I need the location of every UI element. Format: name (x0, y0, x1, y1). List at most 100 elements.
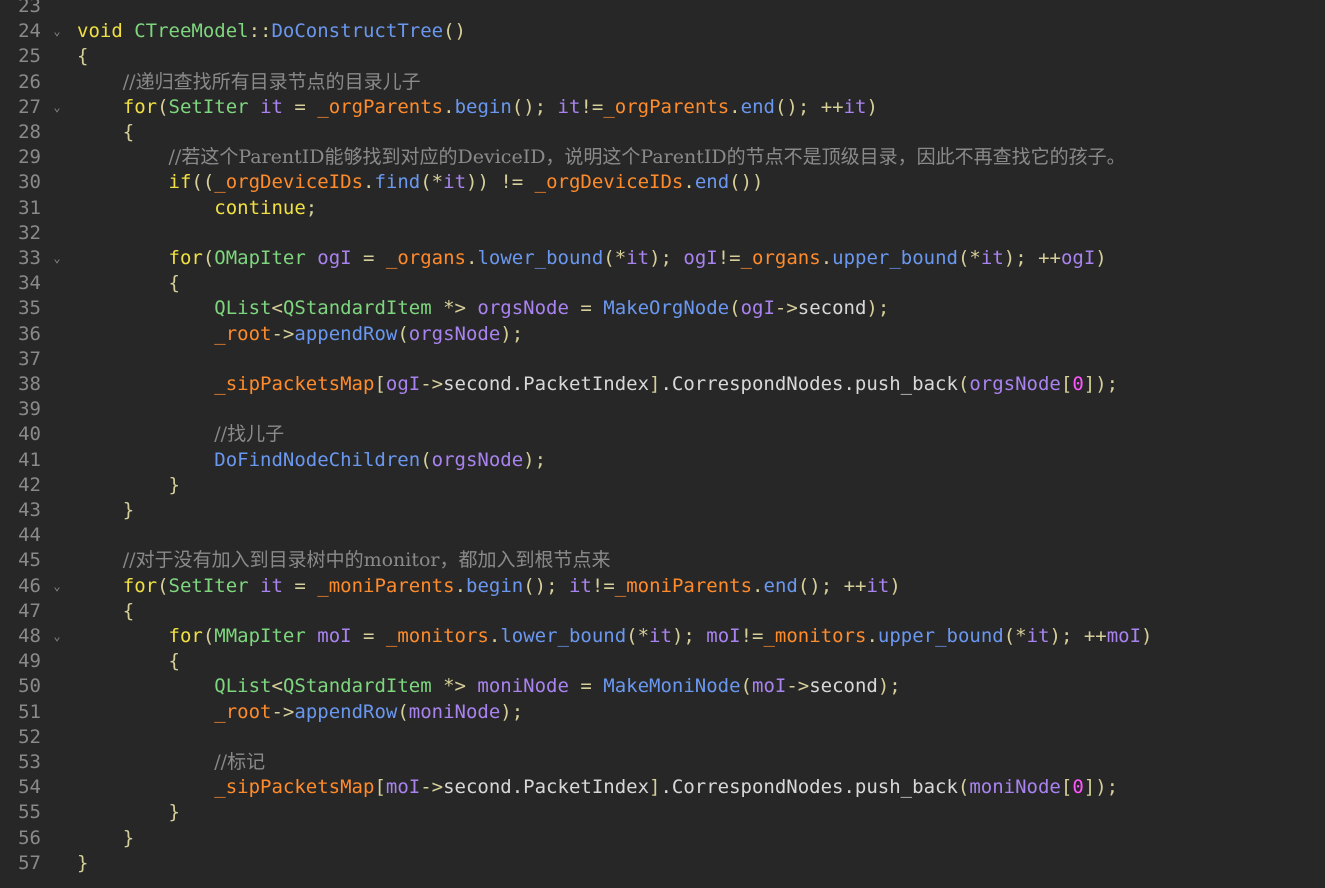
code-token: it (260, 574, 283, 597)
code-token: //若这个ParentID能够找到对应的DeviceID，说明这个ParentI… (168, 146, 1126, 169)
code-token: } (122, 499, 135, 521)
line-number: 31 (18, 196, 41, 219)
fold-chevron-icon[interactable]: ⌄ (51, 19, 63, 44)
code-token: moI (706, 625, 741, 647)
code-token: 0 (1072, 776, 1084, 799)
code-token: { (168, 650, 180, 673)
code-line[interactable]: 26 //递归查找所有目录节点的目录儿子 (0, 70, 1325, 95)
code-line[interactable]: 42 } (0, 473, 1325, 498)
code-line[interactable]: 56 } (0, 826, 1325, 851)
code-token: second (797, 297, 867, 320)
code-token: for (168, 247, 203, 269)
code-line[interactable]: 50 QList<QStandardItem *> moniNode = Mak… (0, 674, 1325, 699)
code-token: //标记 (214, 751, 266, 773)
code-line[interactable]: 46 ⌄ for(SetIter it = _moniParents.begin(… (0, 574, 1325, 599)
code-token: it (649, 625, 672, 647)
fold-chevron-icon[interactable]: ⌄ (51, 246, 63, 271)
code-line[interactable]: 51 _root->appendRow(moniNode); (0, 700, 1325, 725)
line-number: 27 (18, 95, 41, 118)
code-line[interactable]: 28 { (0, 120, 1325, 145)
code-token: (); (511, 95, 558, 118)
code-token: for (122, 95, 158, 118)
code-token: for (122, 574, 158, 597)
code-line[interactable]: 40 //找儿子 (0, 422, 1325, 447)
code-line[interactable]: 43 } (0, 498, 1325, 523)
code-token: < (271, 297, 283, 320)
code-token: orgsNode (477, 297, 569, 320)
fold-chevron-icon[interactable]: ⌄ (51, 624, 63, 649)
code-token: void (77, 20, 135, 43)
code-token: moI (752, 675, 787, 698)
line-number: 43 (18, 499, 41, 521)
code-line[interactable]: 45 //对于没有加入到目录树中的monitor，都加入到根节点来 (0, 548, 1325, 573)
code-line[interactable]: 38 _sipPacketsMap[ogI->second.PacketInde… (0, 372, 1325, 397)
code-text: } (77, 826, 134, 851)
code-line[interactable]: 55 } (0, 800, 1325, 825)
code-line[interactable]: 34 { (0, 271, 1325, 296)
code-line[interactable]: 32 (0, 221, 1325, 246)
code-token: _sipPacketsMap (214, 776, 375, 799)
line-number: 25 (18, 45, 41, 68)
code-token: [ (1060, 373, 1073, 395)
code-token: _orgDeviceIDs (214, 171, 364, 194)
code-line[interactable]: 41 DoFindNodeChildren(orgsNode); (0, 448, 1325, 473)
code-editor[interactable]: 23 24 ⌄ void CTreeModel::DoConstructTree() 2… (0, 0, 1325, 888)
code-token: () (443, 20, 466, 43)
code-line[interactable]: 30 if((_orgDeviceIDs.find(*it)) != _orgD… (0, 170, 1325, 195)
code-token: moI (385, 776, 421, 799)
code-token: for (168, 625, 203, 647)
code-token: second.PacketIndex (443, 776, 650, 799)
code-token: DoConstructTree (271, 20, 444, 43)
code-token: != (580, 95, 604, 118)
code-text: //若这个ParentID能够找到对应的DeviceID，说明这个ParentI… (77, 145, 1126, 170)
code-line[interactable]: 27 ⌄ for(SetIter it = _orgParents.begin()… (0, 95, 1325, 120)
line-number: 51 (18, 700, 41, 723)
code-token: SetIter (168, 95, 261, 118)
code-token: _organs (740, 247, 821, 269)
code-token: ( (157, 574, 169, 597)
code-token: (); (523, 574, 569, 597)
code-token: moI (1106, 625, 1142, 647)
code-token: QStandardItem (282, 297, 432, 320)
fold-chevron-icon[interactable]: ⌄ (51, 574, 63, 599)
code-line[interactable]: 44 (0, 523, 1325, 548)
code-token: (* (603, 247, 627, 269)
code-line[interactable]: 36 _root->appendRow(orgsNode); (0, 322, 1325, 347)
code-line[interactable]: 47 { (0, 599, 1325, 624)
code-token: second.PacketIndex (443, 373, 650, 395)
code-token: *> (431, 297, 478, 320)
code-line[interactable]: 23 (0, 0, 1325, 19)
code-token: ) (1141, 625, 1153, 647)
code-token: (* (957, 247, 981, 269)
code-token: //递归查找所有目录节点的目录儿子 (122, 70, 421, 93)
code-token: orgsNode (408, 322, 501, 345)
code-line[interactable]: 35 QList<QStandardItem *> orgsNode = Mak… (0, 296, 1325, 321)
line-number: 39 (18, 398, 41, 421)
code-line[interactable]: 39 (0, 397, 1325, 422)
code-line[interactable]: 49 { (0, 649, 1325, 674)
code-token: _root (214, 700, 272, 723)
code-line[interactable]: 24 ⌄ void CTreeModel::DoConstructTree() (0, 19, 1325, 44)
fold-chevron-icon[interactable]: ⌄ (51, 95, 63, 120)
code-token: . (465, 247, 478, 269)
line-number: 42 (18, 473, 41, 496)
code-line[interactable]: 33 ⌄ for(OMapIter ogI = _organs.lower_bou… (0, 246, 1325, 271)
code-token: _monitors (385, 625, 489, 647)
code-line[interactable]: 48 ⌄ for(MMapIter moI = _monitors.lower_b… (0, 624, 1325, 649)
code-token: it (843, 95, 867, 118)
code-text: _sipPacketsMap[moI->second.PacketIndex].… (77, 775, 1118, 800)
code-line[interactable]: 25 { (0, 44, 1325, 69)
code-line[interactable]: 52 (0, 725, 1325, 750)
code-token: ()) (729, 171, 764, 194)
code-line[interactable]: 54 _sipPacketsMap[moI->second.PacketInde… (0, 775, 1325, 800)
code-line[interactable]: 29 //若这个ParentID能够找到对应的DeviceID，说明这个Pare… (0, 145, 1325, 170)
code-line[interactable]: 53 //标记 (0, 750, 1325, 775)
code-line[interactable]: 37 (0, 347, 1325, 372)
code-line[interactable]: 31 continue; (0, 196, 1325, 221)
code-line[interactable]: 57} (0, 851, 1325, 876)
